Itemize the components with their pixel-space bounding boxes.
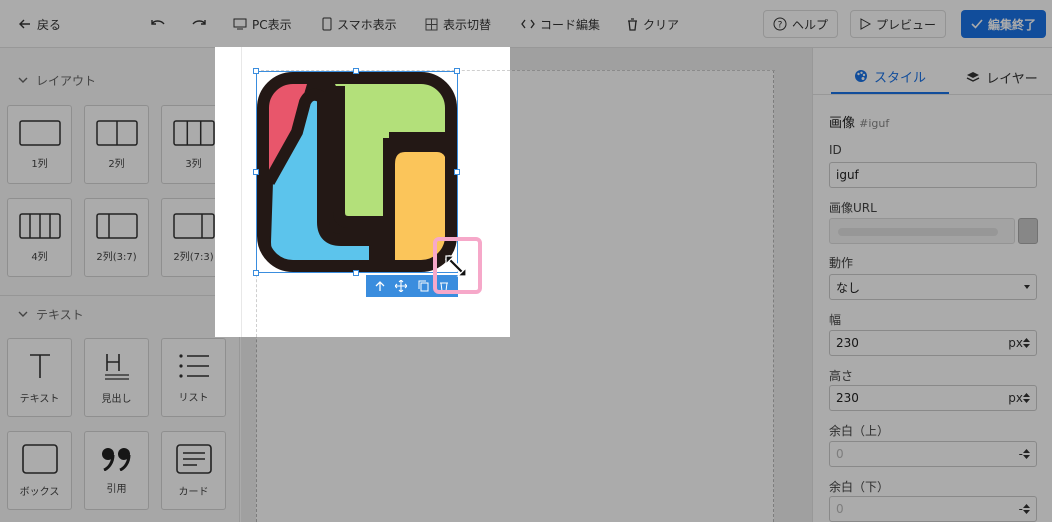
overlay-left [0, 47, 215, 337]
overlay-bottom [0, 337, 1052, 522]
copy-icon[interactable] [418, 280, 429, 292]
resize-handle-n[interactable] [353, 68, 359, 74]
resize-handle-w[interactable] [253, 169, 259, 175]
spotlight-canvas-edge [241, 47, 242, 337]
resize-handle-ne[interactable] [454, 68, 460, 74]
selection-frame [256, 71, 458, 273]
overlay-top [0, 0, 1052, 47]
resize-handle-e[interactable] [454, 169, 460, 175]
resize-handle-nw[interactable] [253, 68, 259, 74]
resize-handle-sw[interactable] [253, 270, 259, 276]
arrow-up-icon[interactable] [375, 280, 385, 292]
move-icon[interactable] [395, 280, 408, 292]
resize-handle-s[interactable] [353, 270, 359, 276]
resize-diagonal-icon[interactable] [443, 253, 469, 279]
overlay-right [510, 47, 1052, 337]
